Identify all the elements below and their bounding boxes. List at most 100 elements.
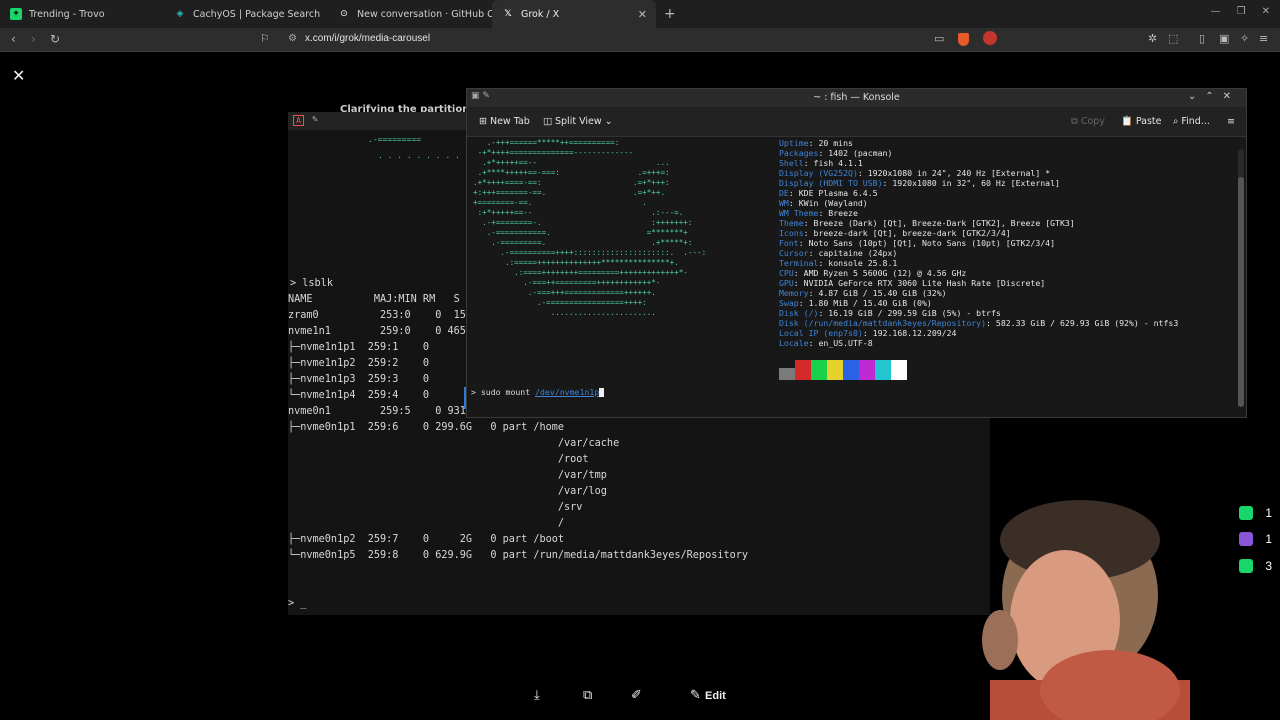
- lsblk-row: /var/log: [288, 486, 607, 497]
- viewer-count: 3: [1265, 559, 1272, 573]
- palette-swatch: [779, 368, 795, 380]
- fastfetch-value: Breeze: [828, 208, 858, 218]
- tab-cachyos[interactable]: ◈ CachyOS | Package Search: [164, 0, 328, 28]
- fastfetch-key: Locale: [779, 338, 809, 348]
- konsole-window-controls[interactable]: ⌄⌃✕: [1188, 91, 1240, 102]
- copy-button[interactable]: ⧉ Copy: [1071, 116, 1105, 127]
- scroll-thumb[interactable]: [1238, 177, 1244, 407]
- download-icon[interactable]: ⤓: [534, 688, 540, 703]
- close-tab-icon[interactable]: ✕: [638, 8, 647, 21]
- lsblk-header: NAME MAJ:MIN RM S: [288, 294, 460, 305]
- prompt-command: sudo mount: [480, 387, 531, 397]
- fastfetch-line: Disk (/): 16.19 GiB / 299.59 GiB (5%) - …: [779, 308, 1178, 318]
- palette-swatch: [859, 360, 875, 380]
- leo-icon[interactable]: ✧: [1240, 32, 1249, 45]
- lsblk-row: /: [288, 518, 565, 529]
- fastfetch-separator: :: [818, 208, 829, 218]
- reader-icon[interactable]: ▭: [934, 32, 944, 45]
- konsole-terminal[interactable]: .-+++======*****++==========: -+*++++===…: [467, 138, 1236, 417]
- screenshot-icon[interactable]: ⬚: [1168, 32, 1178, 45]
- find-label: Find...: [1181, 116, 1210, 127]
- sidebar-icon[interactable]: ▯: [1199, 32, 1205, 45]
- cachyos-logo-ascii: .-+++======*****++==========: -+*++++===…: [473, 138, 707, 317]
- konsole-window: ▣ ✎ ~ : fish — Konsole ⌄⌃✕ ⊞ New Tab ◫ S…: [466, 88, 1247, 418]
- fastfetch-separator: :: [808, 288, 819, 298]
- fastfetch-separator: :: [808, 138, 819, 148]
- fastfetch-separator: :: [986, 318, 996, 328]
- fastfetch-value: AMD Ryzen 5 5600G (12) @ 4.56 GHz: [803, 268, 967, 278]
- fastfetch-key: Uptime: [779, 138, 809, 148]
- window-controls: — ❐ ✕: [1211, 6, 1270, 17]
- paste-button[interactable]: 📋 Paste: [1121, 116, 1162, 127]
- fastfetch-separator: :: [798, 238, 809, 248]
- lsblk-row: └─nvme1n1p4 259:4 0: [288, 390, 430, 401]
- address-field[interactable]: ⚙ x.com/i/grok/media-carousel: [288, 33, 431, 44]
- fastfetch-value: en_US.UTF-8: [818, 338, 873, 348]
- fastfetch-separator: :: [818, 308, 829, 318]
- reload-icon[interactable]: ↻: [50, 32, 60, 46]
- fastfetch-value: capitaine (24px): [818, 248, 898, 258]
- fastfetch-key: Font: [779, 238, 799, 248]
- fastfetch-key: Display (HDMI TO USB): [779, 178, 883, 188]
- terminal-app-icon: A: [293, 115, 304, 126]
- wallet-icon[interactable]: ▣: [1219, 32, 1229, 45]
- copy-image-icon[interactable]: ⧉: [583, 688, 592, 703]
- url-text: x.com/i/grok/media-carousel: [305, 33, 431, 44]
- viewer-count-twitch: 1: [1239, 532, 1272, 546]
- fastfetch-key: Theme: [779, 218, 804, 228]
- site-info-icon[interactable]: ⚙: [288, 33, 297, 44]
- brave-shield-icon[interactable]: [958, 33, 969, 46]
- lsblk-row: ├─nvme1n1p1 259:1 0: [288, 342, 430, 353]
- close-carousel-icon[interactable]: ✕: [12, 66, 25, 85]
- close-window-icon[interactable]: ✕: [1262, 6, 1270, 17]
- edit-button[interactable]: ✎ Edit: [690, 688, 726, 703]
- konsole-scrollbar[interactable]: [1238, 149, 1244, 407]
- viewer-count: 1: [1265, 532, 1272, 546]
- prompt-symbol: >: [471, 387, 476, 397]
- fastfetch-separator: :: [788, 188, 799, 198]
- lsblk-row: nvme1n1 259:0 0 465: [288, 326, 466, 337]
- maximize-icon[interactable]: ❐: [1237, 6, 1246, 17]
- fastfetch-value: breeze-dark [Qt], breeze-dark [GTK2/3/4]: [813, 228, 1011, 238]
- bookmark-icon[interactable]: ⚐: [260, 32, 270, 45]
- fastfetch-key: Cursor: [779, 248, 809, 258]
- edit-label: Edit: [705, 690, 726, 702]
- fastfetch-line: WM Theme: Breeze: [779, 208, 1178, 218]
- menu-icon[interactable]: ≡: [1259, 32, 1268, 45]
- hamburger-menu-icon[interactable]: ≡: [1227, 116, 1235, 127]
- fastfetch-line: Font: Noto Sans (10pt) [Qt], Noto Sans (…: [779, 238, 1178, 248]
- forward-icon[interactable]: ›: [31, 32, 36, 46]
- lsblk-row: nvme0n1 259:5 0 931: [288, 406, 466, 417]
- extensions-icon[interactable]: ✲: [1148, 32, 1157, 45]
- fastfetch-key: Icons: [779, 228, 804, 238]
- fastfetch-line: GPU: NVIDIA GeForce RTX 3060 Lite Hash R…: [779, 278, 1178, 288]
- fastfetch-line: Theme: Breeze (Dark) [Qt], Breeze-Dark […: [779, 218, 1178, 228]
- split-view-button[interactable]: ◫ Split View ⌄: [543, 116, 613, 127]
- tab-trovo[interactable]: ✦ Trending - Trovo: [0, 0, 164, 28]
- fastfetch-line: Shell: fish 4.1.1: [779, 158, 1178, 168]
- x-icon: 𝕏: [504, 9, 512, 19]
- tab-grok[interactable]: 𝕏 Grok / X ✕: [492, 0, 656, 28]
- fastfetch-line: Terminal: konsole 25.8.1: [779, 258, 1178, 268]
- new-tab-button[interactable]: ⊞ New Tab: [479, 116, 530, 127]
- find-button[interactable]: ⌕ Find...: [1173, 116, 1210, 127]
- webcam-overlay: [960, 500, 1220, 720]
- minimize-icon[interactable]: —: [1211, 6, 1221, 17]
- lsblk-row: /root: [288, 454, 589, 465]
- browser-tab-bar: ✦ Trending - Trovo ◈ CachyOS | Package S…: [0, 0, 1280, 28]
- rewards-icon[interactable]: [983, 31, 997, 45]
- back-icon[interactable]: ‹: [11, 32, 16, 46]
- palette-swatch: [795, 360, 811, 380]
- konsole-titlebar[interactable]: ▣ ✎ ~ : fish — Konsole ⌄⌃✕: [467, 89, 1246, 107]
- pin-icon[interactable]: ✎: [312, 114, 318, 125]
- prompt-command: lsblk: [302, 278, 333, 289]
- fastfetch-line: CPU: AMD Ryzen 5 5600G (12) @ 4.56 GHz: [779, 268, 1178, 278]
- fastfetch-info: Uptime: 20 mins Packages: 1402 (pacman) Sh…: [779, 138, 1178, 348]
- fastfetch-separator: :: [798, 298, 809, 308]
- fastfetch-key: Packages: [779, 148, 819, 158]
- new-tab-icon[interactable]: +: [664, 6, 676, 22]
- fastfetch-key: DE: [779, 188, 789, 198]
- animate-icon[interactable]: ✐: [631, 688, 642, 703]
- prompt-symbol: >: [290, 278, 297, 289]
- tab-github-copilot[interactable]: ⊙ New conversation · GitHub Copilot: [328, 0, 492, 28]
